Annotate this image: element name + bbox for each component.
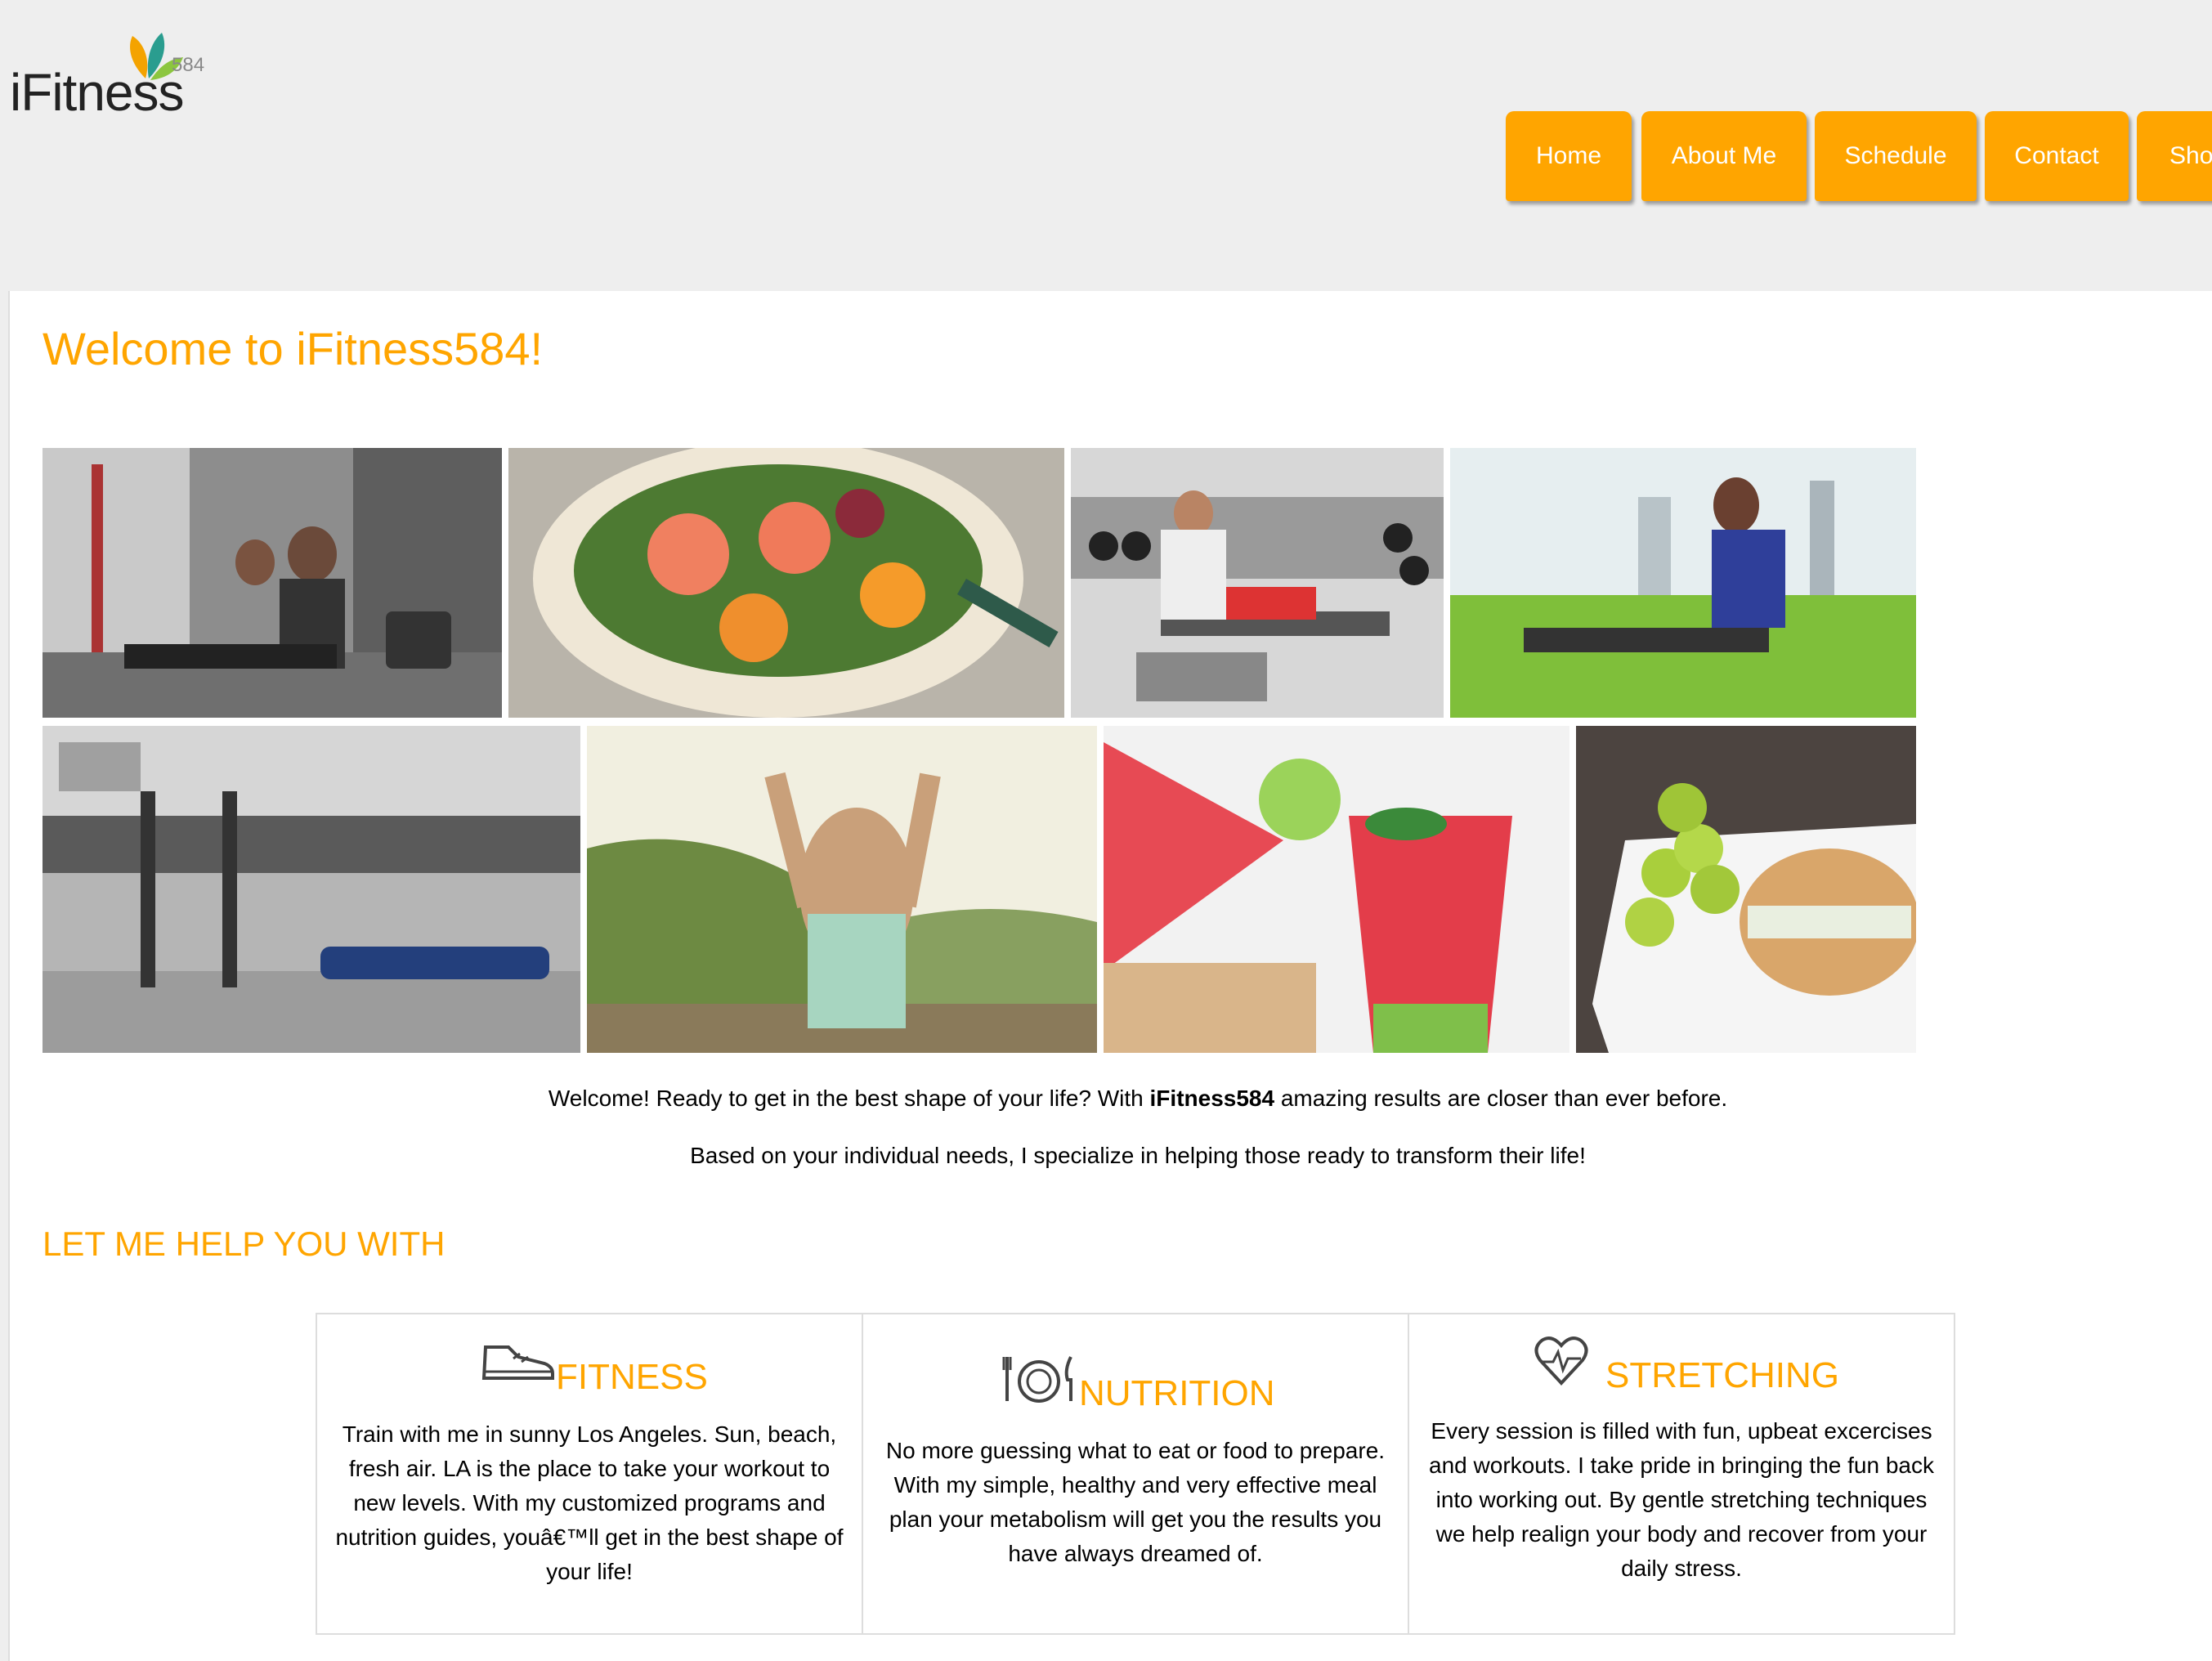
service-text-nutrition: No more guessing what to eat or food to …	[885, 1438, 1386, 1566]
service-text-fitness: Train with me in sunny Los Angeles. Sun,…	[335, 1421, 844, 1584]
woman-stretching-coast-photo	[587, 726, 1097, 1053]
nav-home[interactable]: Home	[1506, 111, 1632, 201]
nav-schedule[interactable]: Schedule	[1815, 111, 1977, 201]
nav-shop[interactable]: Sho	[2137, 111, 2212, 201]
site-logo[interactable]: iFitness 584	[8, 29, 213, 122]
help-section-title: LET ME HELP YOU WITH	[43, 1224, 446, 1263]
intro-text-suffix: amazing results are closer than ever bef…	[1274, 1086, 1728, 1111]
intro-brand: iFitness584	[1149, 1086, 1275, 1111]
intro-line-1: Welcome! Ready to get in the best shape …	[10, 1086, 2212, 1112]
heartbeat-icon	[1534, 1336, 1588, 1386]
service-card-nutrition: NUTRITION No more guessing what to eat o…	[862, 1314, 1408, 1633]
intro-text-prefix: Welcome! Ready to get in the best shape …	[548, 1086, 1150, 1111]
main-panel: Welcome to iFitness584! Welcome! Ready t…	[8, 291, 2212, 1661]
gym-interior-photo	[43, 726, 580, 1053]
nav-about-me[interactable]: About Me	[1641, 111, 1807, 201]
plate-cutlery-icon	[1002, 1356, 1072, 1403]
service-text-stretching: Every session is filled with fun, upbeat…	[1429, 1418, 1934, 1581]
salad-bowl-photo	[508, 448, 1064, 718]
watermelon-smoothie-photo	[1104, 726, 1569, 1053]
logo-wordmark: iFitness	[10, 63, 184, 122]
service-title-stretching: STRETCHING	[1605, 1355, 1839, 1395]
intro-line-2: Based on your individual needs, I specia…	[690, 1143, 1586, 1168]
nav-contact[interactable]: Contact	[1985, 111, 2129, 201]
page-title: Welcome to iFitness584!	[43, 323, 544, 374]
services-cards: FITNESS Train with me in sunny Los Angel…	[316, 1313, 1955, 1635]
service-title-fitness: FITNESS	[556, 1357, 708, 1397]
sneaker-icon	[481, 1345, 554, 1380]
grapes-sandwich-photo	[1576, 726, 1916, 1053]
woman-stretching-grass-photo	[1450, 448, 1916, 718]
photo-gallery	[43, 448, 1916, 1053]
trainer-bench-press-photo	[1071, 448, 1444, 718]
logo-number: 584	[172, 54, 205, 76]
service-card-fitness: FITNESS Train with me in sunny Los Angel…	[317, 1314, 862, 1633]
service-title-nutrition: NUTRITION	[1079, 1373, 1275, 1413]
service-card-stretching: STRETCHING Every session is filled with …	[1408, 1314, 1954, 1633]
gym-friends-photo	[43, 448, 502, 718]
